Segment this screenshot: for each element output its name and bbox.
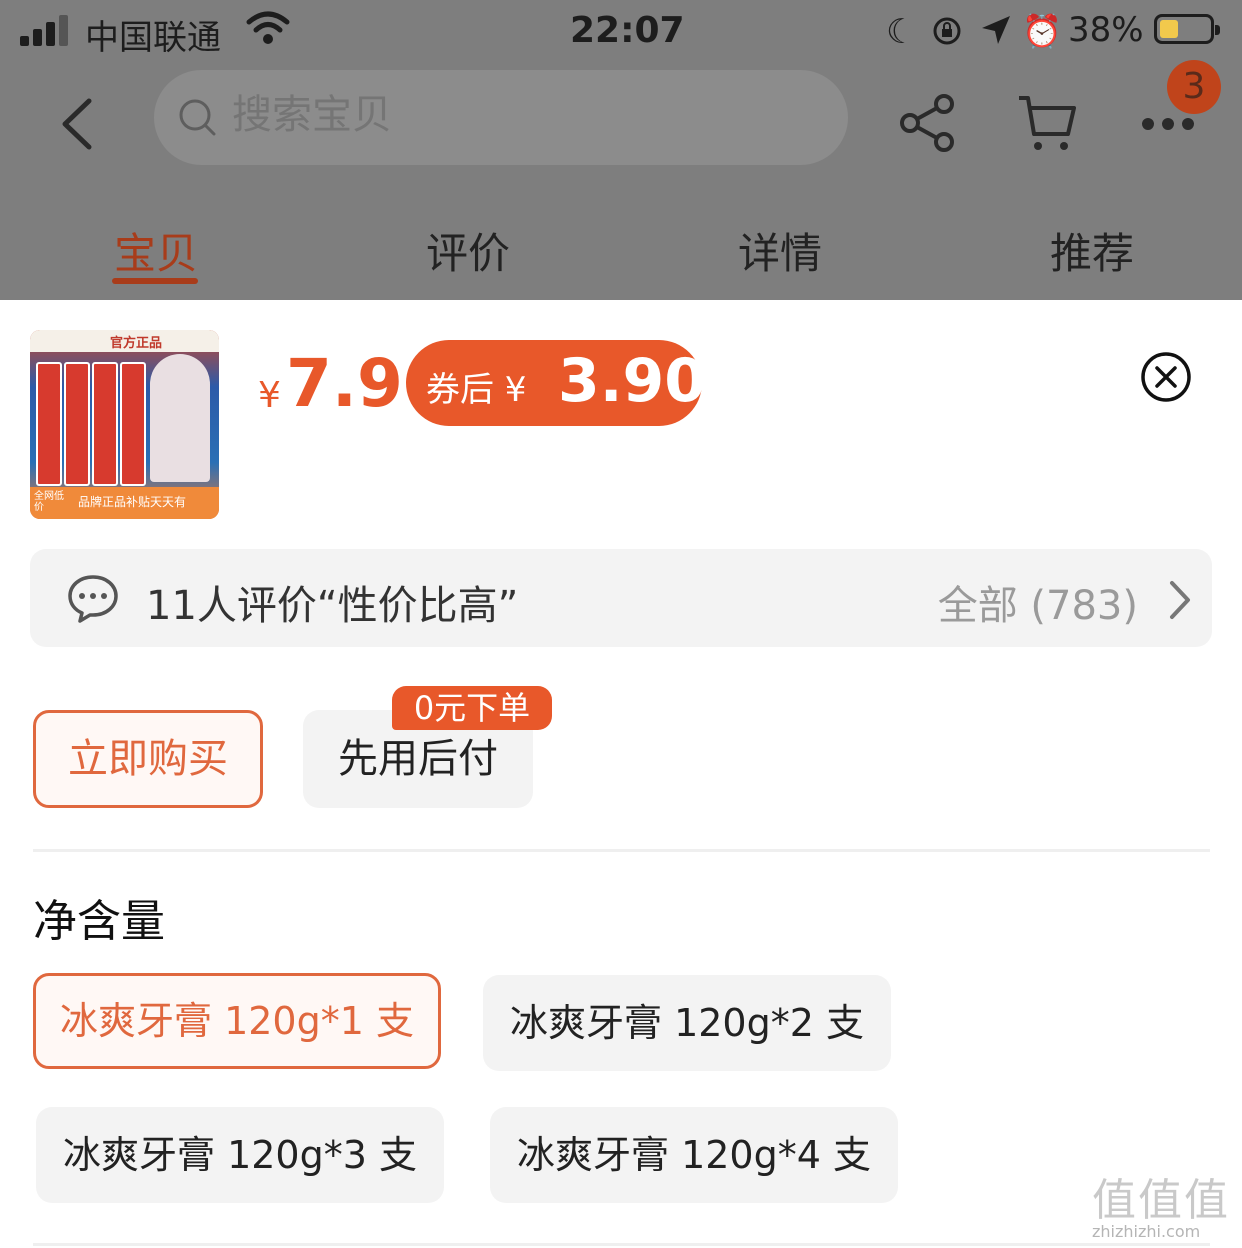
spokesperson-image: [150, 354, 210, 482]
share-icon[interactable]: [900, 92, 956, 154]
coupon-label: 券后 ¥: [426, 370, 527, 410]
search-input[interactable]: [232, 92, 792, 138]
chevron-right-icon: [1170, 581, 1190, 619]
spec-section-title: 净含量: [33, 896, 165, 947]
search-bar[interactable]: [154, 70, 848, 165]
tab-item[interactable]: 宝贝: [114, 220, 198, 281]
wifi-icon: [246, 11, 290, 44]
divider: [33, 1243, 1210, 1246]
thumb-corner-label: 全网低价: [34, 491, 64, 513]
location-icon: [982, 16, 1010, 44]
spec-option-4[interactable]: 冰爽牙膏 120g*4 支: [490, 1107, 898, 1203]
price: ¥ 7.9: [258, 345, 403, 422]
product-thumbnail[interactable]: 官方正品 全网低价 品牌正品补贴天天有: [30, 330, 219, 519]
tab-bar: 宝贝 评价 详情 推荐: [0, 210, 1242, 300]
review-summary-bar[interactable]: 11人评价“性价比高” 全部 (783): [30, 549, 1212, 647]
chat-bubble-icon: [68, 575, 118, 623]
signal-icon: [20, 14, 72, 46]
alarm-icon: ⏰: [1022, 12, 1062, 50]
watermark-url: zhizhizhi.com: [1092, 1222, 1201, 1241]
spec-option-2[interactable]: 冰爽牙膏 120g*2 支: [483, 975, 891, 1071]
buy-now-button[interactable]: 立即购买: [33, 710, 263, 808]
moon-icon: ☾: [886, 12, 917, 52]
all-reviews-link[interactable]: 全部 (783): [938, 573, 1138, 631]
tab-recommend[interactable]: 推荐: [1050, 220, 1134, 281]
spec-option-1[interactable]: 冰爽牙膏 120g*1 支: [33, 973, 441, 1069]
coupon-price: 3.90: [558, 346, 707, 416]
search-icon: [179, 99, 216, 136]
official-label: 官方正品: [110, 336, 163, 351]
close-icon[interactable]: [1140, 351, 1192, 403]
carrier-name: 中国联通: [85, 18, 221, 58]
divider: [33, 849, 1210, 852]
battery-icon: [1154, 14, 1220, 44]
zero-yuan-order-tag: 0元下单: [392, 686, 552, 730]
review-highlight: 11人评价“性价比高”: [146, 583, 519, 629]
cart-icon[interactable]: [1016, 92, 1078, 154]
coupon-price-pill: 券后 ¥ 3.90: [406, 340, 706, 426]
rotation-lock-icon: [933, 17, 961, 45]
tab-details[interactable]: 详情: [738, 220, 822, 281]
sku-selector-sheet: 官方正品 全网低价 品牌正品补贴天天有 ¥ 7.9 券后 ¥ 3.90 11人评…: [0, 300, 1242, 1248]
price-value: 7.9: [286, 345, 403, 422]
active-tab-indicator: [112, 278, 198, 284]
battery-percent: 38%: [1068, 10, 1144, 50]
currency-symbol: ¥: [258, 375, 281, 416]
watermark: 值值值: [1092, 1175, 1230, 1226]
status-bar: 中国联通 22:07 ☾ ⏰ 38%: [0, 0, 1242, 62]
spec-option-3[interactable]: 冰爽牙膏 120g*3 支: [36, 1107, 444, 1203]
thumb-footer-text: 品牌正品补贴天天有: [78, 495, 187, 509]
back-icon[interactable]: [55, 95, 105, 153]
clock-time: 22:07: [570, 10, 685, 51]
tab-reviews[interactable]: 评价: [426, 220, 510, 281]
cart-count-badge: 3: [1167, 60, 1221, 114]
